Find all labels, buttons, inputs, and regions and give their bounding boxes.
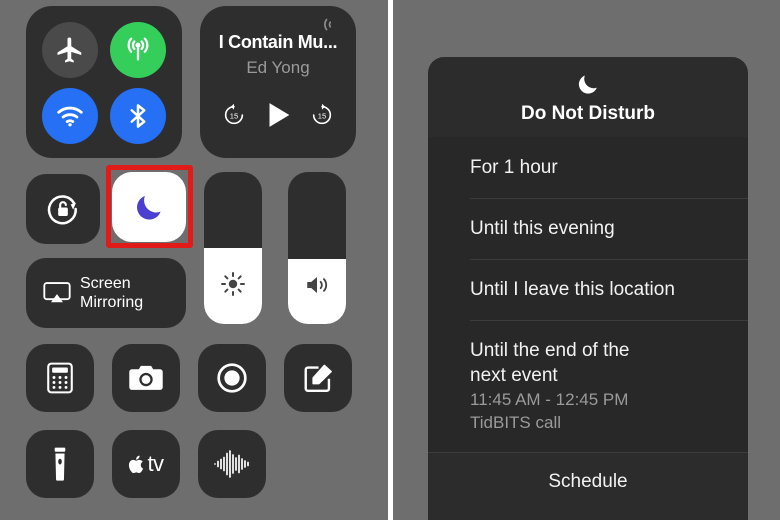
moon-icon xyxy=(428,71,748,97)
notes-icon xyxy=(302,362,334,394)
brightness-slider[interactable] xyxy=(204,172,262,324)
cellular-data-toggle[interactable] xyxy=(110,22,166,78)
dnd-option-for-1-hour[interactable]: For 1 hour xyxy=(428,137,748,198)
svg-text:15: 15 xyxy=(318,111,326,120)
dnd-highlight-box xyxy=(106,165,193,248)
wifi-icon xyxy=(54,100,86,132)
skip-forward-15-button[interactable]: 15 xyxy=(309,102,335,128)
dnd-option-label: Until the end of the next event xyxy=(470,340,630,386)
apple-tv-icon: tv xyxy=(128,451,164,477)
screen-mirroring-button[interactable]: Screen Mirroring xyxy=(26,258,186,328)
flashlight-icon xyxy=(51,446,69,482)
airplane-icon xyxy=(55,35,85,65)
camera-button[interactable] xyxy=(112,344,180,412)
wifi-toggle[interactable] xyxy=(42,88,98,144)
screen-record-button[interactable] xyxy=(198,344,266,412)
dnd-schedule-row[interactable]: Schedule xyxy=(428,452,748,511)
media-controls: 15 15 xyxy=(200,98,356,132)
screen-record-icon xyxy=(215,361,249,395)
skip-forward-15-icon: 15 xyxy=(309,102,335,128)
calculator-icon xyxy=(45,361,75,395)
notes-button[interactable] xyxy=(284,344,352,412)
bluetooth-icon xyxy=(123,101,153,131)
rotation-lock-icon xyxy=(43,189,83,229)
calculator-button[interactable] xyxy=(26,344,94,412)
screenshot-root: I Contain Mu... Ed Yong 15 15 Screen Mir… xyxy=(0,0,780,520)
flashlight-button[interactable] xyxy=(26,430,94,498)
camera-icon xyxy=(128,363,164,393)
control-center-panel: I Contain Mu... Ed Yong 15 15 Screen Mir… xyxy=(0,0,388,520)
airplane-mode-toggle[interactable] xyxy=(42,22,98,78)
play-button[interactable] xyxy=(261,98,295,132)
dnd-schedule-label: Schedule xyxy=(548,471,628,492)
dnd-option-event-time: 11:45 AM - 12:45 PM xyxy=(470,390,629,409)
cellular-icon xyxy=(122,34,154,66)
dnd-option-until-i-leave-this-location[interactable]: Until I leave this location xyxy=(428,259,748,320)
screen-mirroring-label: Screen Mirroring xyxy=(80,275,144,311)
voice-memos-icon xyxy=(212,449,252,479)
now-playing-card[interactable]: I Contain Mu... Ed Yong 15 15 xyxy=(200,6,356,158)
do-not-disturb-dialog: Do Not Disturb For 1 hour Until this eve… xyxy=(428,57,748,520)
brightness-icon xyxy=(204,270,262,298)
media-title: I Contain Mu... xyxy=(218,32,338,52)
volume-icon xyxy=(288,272,346,298)
voice-memos-button[interactable] xyxy=(198,430,266,498)
dnd-option-until-end-of-next-event[interactable]: Until the end of the next event 11:45 AM… xyxy=(428,320,748,452)
dialog-title: Do Not Disturb xyxy=(520,103,656,124)
screen-mirroring-icon xyxy=(42,280,72,306)
dnd-option-label: Until I leave this location xyxy=(470,279,675,300)
dnd-options-list: For 1 hour Until this evening Until I le… xyxy=(428,137,748,452)
do-not-disturb-panel: Do Not Disturb For 1 hour Until this eve… xyxy=(393,0,780,520)
bluetooth-toggle[interactable] xyxy=(110,88,166,144)
skip-back-15-icon: 15 xyxy=(221,102,247,128)
dnd-option-label: Until this evening xyxy=(470,218,615,239)
media-artist: Ed Yong xyxy=(246,58,310,77)
skip-back-15-button[interactable]: 15 xyxy=(221,102,247,128)
svg-text:15: 15 xyxy=(230,111,238,120)
volume-slider[interactable] xyxy=(288,172,346,324)
dnd-option-event-name: TidBITS call xyxy=(470,413,562,432)
dnd-option-until-this-evening[interactable]: Until this evening xyxy=(428,198,748,259)
play-icon xyxy=(261,98,295,132)
dialog-header: Do Not Disturb xyxy=(428,57,748,137)
dnd-option-label: For 1 hour xyxy=(470,157,558,178)
connectivity-group xyxy=(26,6,182,158)
apple-tv-remote-button[interactable]: tv xyxy=(112,430,180,498)
rotation-lock-button[interactable] xyxy=(26,174,100,244)
